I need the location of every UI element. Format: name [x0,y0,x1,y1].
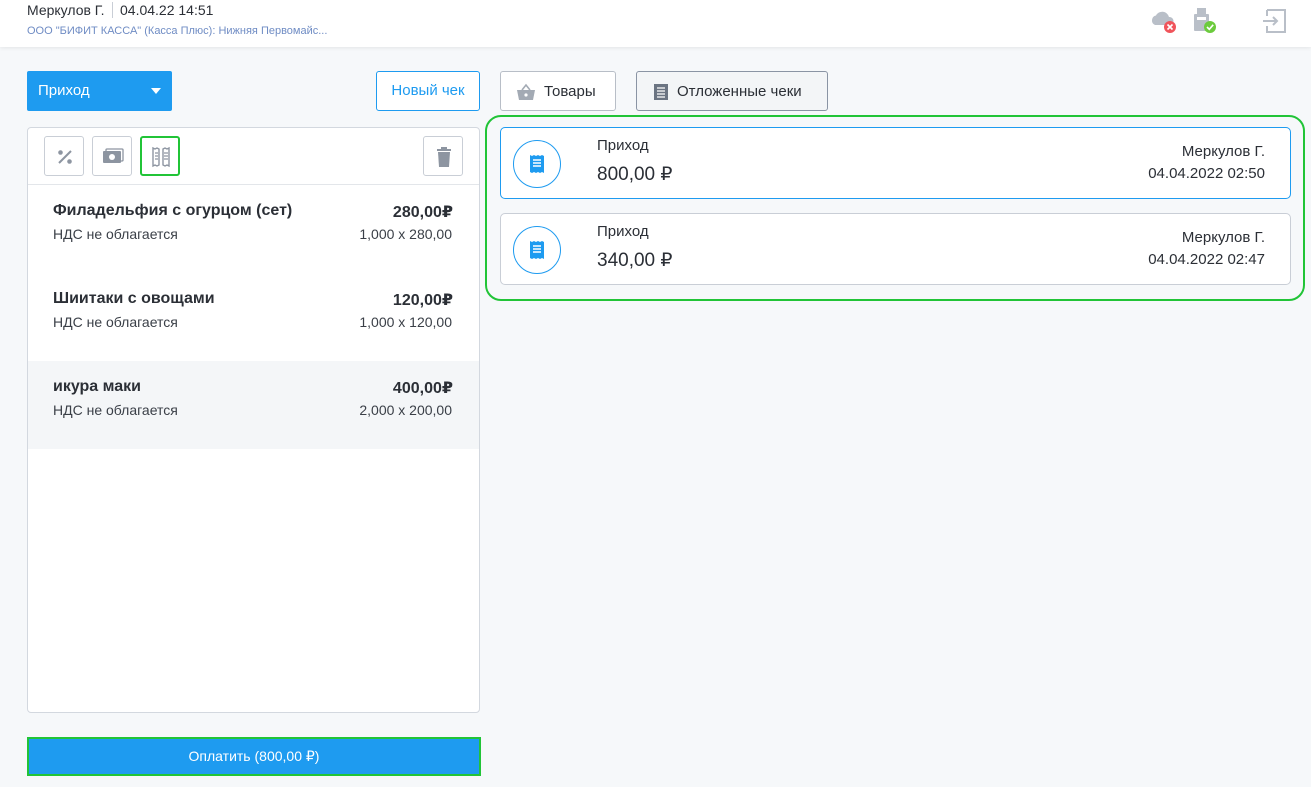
header-divider [112,2,113,18]
receipt-icon [513,226,561,274]
delete-check-button[interactable] [423,136,463,176]
goods-button-label: Товары [544,83,596,100]
receipt-icon [654,84,668,100]
deferred-check-datetime: 04.04.2022 02:47 [1148,251,1265,268]
split-check-button[interactable] [140,136,180,176]
check-item[interactable]: икура маки НДС не облагается 400,00₽ 2,0… [28,361,479,449]
pay-button[interactable]: Оплатить (800,00 ₽) [27,737,481,776]
chevron-down-icon [151,88,161,94]
cloud-offline-icon[interactable] [1149,6,1179,36]
deferred-check-sum: 340,00 ₽ [597,250,673,271]
deferred-check-operation: Приход [597,223,649,240]
discount-icon [58,150,72,164]
cashier-name: Меркулов Г. [27,2,105,18]
deferred-check-card[interactable]: Приход 340,00 ₽ Меркулов Г. 04.04.2022 0… [500,213,1291,285]
item-tax: НДС не облагается [53,402,178,418]
check-item[interactable]: Филадельфия с огурцом (сет) НДС не облаг… [28,185,479,273]
header-datetime: 04.04.22 14:51 [120,2,214,18]
split-check-icon [152,146,170,168]
check-panel: Филадельфия с огурцом (сет) НДС не облаг… [27,127,480,713]
deferred-check-sum: 800,00 ₽ [597,164,673,185]
fiscal-device-ok-icon[interactable] [1191,6,1221,36]
trash-icon [437,147,451,167]
top-header: Меркулов Г. 04.04.22 14:51 ООО "БИФИТ КА… [0,0,1311,47]
discount-button[interactable] [44,136,84,176]
deferred-checks-button-label: Отложенные чеки [677,83,802,100]
payment-icon [103,148,124,163]
deferred-check-cashier: Меркулов Г. [1181,143,1265,160]
operation-type-select[interactable]: Приход [27,71,172,111]
receipt-icon [513,140,561,188]
item-name: Филадельфия с огурцом (сет) [53,202,293,219]
item-total: 120,00₽ [392,292,453,309]
basket-icon [517,83,535,100]
payment-button[interactable] [92,136,132,176]
item-total: 280,00₽ [392,204,453,221]
item-qty-price: 1,000 x 280,00 [359,226,452,242]
deferred-check-datetime: 04.04.2022 02:50 [1148,165,1265,182]
item-total: 400,00₽ [392,380,453,397]
check-toolbar [28,128,479,185]
deferred-check-card[interactable]: Приход 800,00 ₽ Меркулов Г. 04.04.2022 0… [500,127,1291,199]
new-check-button[interactable]: Новый чек [376,71,480,111]
deferred-check-operation: Приход [597,137,649,154]
item-tax: НДС не облагается [53,226,178,242]
goods-button[interactable]: Товары [500,71,616,111]
deferred-checks-button[interactable]: Отложенные чеки [636,71,828,111]
item-qty-price: 1,000 x 120,00 [359,314,452,330]
item-qty-price: 2,000 x 200,00 [359,402,452,418]
check-item[interactable]: Шиитаки с овощами НДС не облагается 120,… [28,273,479,361]
item-name: икура маки [53,378,142,395]
operation-type-value: Приход [38,82,90,99]
item-name: Шиитаки с овощами [53,290,215,307]
logout-icon[interactable] [1261,6,1291,36]
deferred-check-cashier: Меркулов Г. [1181,229,1265,246]
organization-name: ООО "БИФИТ КАССА" (Касса Плюс): Нижняя П… [27,25,328,37]
item-tax: НДС не облагается [53,314,178,330]
